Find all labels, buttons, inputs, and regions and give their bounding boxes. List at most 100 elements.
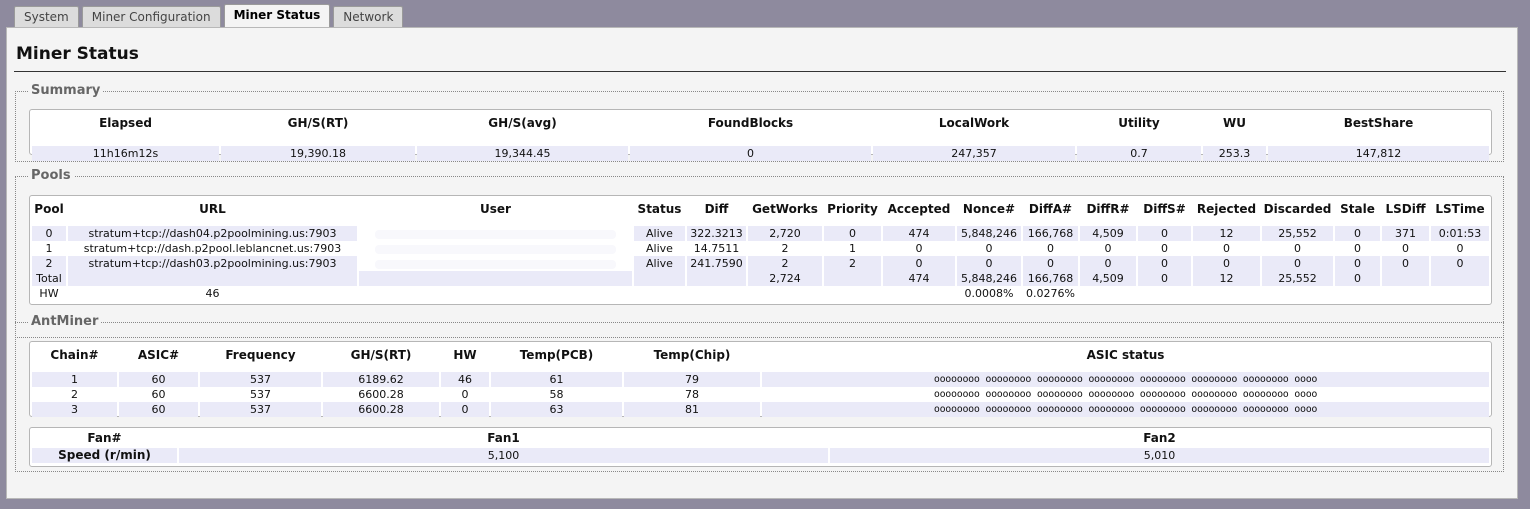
chain-cell-temp-pcb: 63 (491, 402, 622, 417)
chain-row: 2 60 537 6600.28 0 58 78 oooooooo oooooooo oooo… (32, 387, 1489, 402)
pool-cell-stale: 0 (1335, 226, 1380, 241)
pool-cell-getworks: 2 (748, 256, 822, 271)
chain-row: 1 60 537 6189.62 46 61 79 oooooooo oooooooo ooo… (32, 372, 1489, 387)
pool-total-row: Total 2,724 474 5,848,246 166,768 4,509 0 12 25,… (32, 271, 1489, 286)
pool-cell-status: Alive (634, 226, 685, 241)
chain-cell-gh-s-rt: 6189.62 (323, 372, 439, 387)
pool-cell-url: stratum+tcp://dash04.p2poolmining.us:790… (68, 226, 357, 241)
pool-cell-diffs: 0 (1138, 241, 1191, 256)
pool-cell-user (359, 271, 632, 286)
pools-header-lstime: LSTime (1435, 202, 1485, 216)
tab-miner-configuration[interactable]: Miner Configuration (81, 6, 221, 28)
summary-header-foundblocks: FoundBlocks (707, 116, 794, 130)
chain-cell-hw: 0 (441, 387, 489, 402)
fan-table: Fan# Fan1 Fan2 Speed (r/min) 5,100 5,010 (30, 428, 1491, 463)
tab-bar: System Miner Configuration Miner Status … (14, 4, 406, 28)
tab-network[interactable]: Network (333, 6, 404, 28)
pool-cell-getworks: 2 (748, 241, 822, 256)
pools-header-lsdiff: LSDiff (1385, 202, 1426, 216)
fan-header-fan-number: Fan# (87, 431, 122, 445)
redaction-bar (375, 259, 616, 269)
pool-cell-diffa: 0 (1023, 256, 1078, 271)
pool-cell-pool: HW (32, 286, 66, 301)
pool-cell-discarded (1262, 286, 1333, 301)
pool-user-redacted (359, 226, 632, 241)
pool-cell-getworks: 2,724 (748, 271, 822, 286)
antminer-header-hw: HW (453, 348, 477, 362)
pool-cell-priority: 1 (824, 241, 881, 256)
pool-cell-diff: 322.3213 (687, 226, 746, 241)
pool-cell-diffa: 0 (1023, 241, 1078, 256)
fan-speed-label: Speed (r/min) (32, 448, 177, 463)
chain-cell-asic-status: oooooooo oooooooo oooooooo oooooooo oooo… (762, 387, 1489, 402)
pool-cell-stale: 0 (1335, 241, 1380, 256)
summary-wu: 253.3 (1203, 146, 1266, 161)
pools-header-priority: Priority (827, 202, 878, 216)
chain-cell-chain: 1 (32, 372, 117, 387)
summary-localwork: 247,357 (873, 146, 1075, 161)
pool-cell-diffs (1138, 286, 1191, 301)
pool-cell-diffs: 0 (1138, 226, 1191, 241)
pools-header-status: Status (637, 202, 682, 216)
pool-cell-pool: Total (32, 271, 66, 286)
chain-cell-frequency: 537 (200, 387, 321, 402)
pool-cell-diffr (1080, 286, 1136, 301)
summary-ghs-rt: 19,390.18 (221, 146, 415, 161)
chain-cell-asic: 60 (119, 372, 198, 387)
tab-miner-status[interactable]: Miner Status (223, 4, 331, 28)
pool-cell-discarded: 25,552 (1262, 226, 1333, 241)
chain-cell-temp-chip: 81 (624, 402, 760, 417)
pool-cell-accepted: 474 (883, 271, 955, 286)
fan2-speed: 5,010 (830, 448, 1489, 463)
pool-user-redacted (359, 241, 632, 256)
tab-system[interactable]: System (14, 6, 79, 28)
pool-cell-diff: 241.7590 (687, 256, 746, 271)
pool-cell-stale: 0 (1335, 256, 1380, 271)
fan-speed-row: Speed (r/min) 5,100 5,010 (32, 448, 1489, 463)
summary-header-elapsed: Elapsed (99, 116, 152, 130)
antminer-header-asic-status: ASIC status (1086, 348, 1165, 362)
summary-header-localwork: LocalWork (938, 116, 1010, 130)
pool-cell-pool: 0 (32, 226, 66, 241)
summary-legend: Summary (28, 83, 104, 98)
pool-cell-pool: 2 (32, 256, 66, 271)
antminer-section: AntMiner Chain# ASIC# Frequency GH/S(RT) HW T… (15, 314, 1504, 472)
summary-header-ghs-avg: GH/S(avg) (488, 116, 557, 130)
pools-box: Pool URL User Status Diff GetWorks Priority Acc… (29, 195, 1492, 305)
summary-elapsed: 11h16m12s (32, 146, 219, 161)
pools-header-diffa: DiffA# (1028, 202, 1073, 216)
summary-header-wu: WU (1223, 116, 1246, 130)
pool-user-redacted (359, 256, 632, 271)
antminer-header-chain: Chain# (50, 348, 99, 362)
chain-cell-asic-status: oooooooo oooooooo oooooooo oooooooo oooo… (762, 372, 1489, 387)
antminer-header-frequency: Frequency (225, 348, 296, 362)
pool-cell-priority: 2 (824, 256, 881, 271)
pool-cell-lsdiff: 371 (1382, 226, 1429, 241)
chain-row: 3 60 537 6600.28 0 63 81 oooooooo oooooooo oooo… (32, 402, 1489, 417)
fan1-speed: 5,100 (179, 448, 828, 463)
pool-cell-accepted: 474 (883, 226, 955, 241)
pool-cell-rejected: 12 (1193, 226, 1260, 241)
pool-cell-diffr: 4,509 (1080, 271, 1136, 286)
pool-cell-nonce: 0 (957, 256, 1021, 271)
pool-cell-lsdiff: 0 (1382, 256, 1429, 271)
chain-cell-asic-status: oooooooo oooooooo oooooooo oooooooo oooo… (762, 402, 1489, 417)
pool-cell-accepted: 0 (883, 256, 955, 271)
pool-cell-lstime (1431, 286, 1489, 301)
pool-cell-nonce: 0.0008% (957, 286, 1021, 301)
redaction-bar (375, 244, 616, 254)
pool-cell-diffr: 0 (1080, 241, 1136, 256)
antminer-header-gh-s-rt: GH/S(RT) (350, 348, 412, 362)
pool-row: 2 stratum+tcp://dash03.p2poolmining.us:79… (32, 256, 1489, 271)
pool-cell-pool: 1 (32, 241, 66, 256)
pools-header-diff: Diff (704, 202, 729, 216)
summary-header-bestshare: BestShare (1343, 116, 1414, 130)
antminer-box: Chain# ASIC# Frequency GH/S(RT) HW Temp(PCB) T… (29, 341, 1492, 417)
chain-cell-asic: 60 (119, 387, 198, 402)
pool-row: 0 stratum+tcp://dash04.p2poolmining.us:79… (32, 226, 1489, 241)
pools-section: Pools Pool URL User Status Diff GetWorks Prior… (15, 168, 1504, 338)
pool-cell-rejected: 0 (1193, 241, 1260, 256)
pool-cell-status: Alive (634, 241, 685, 256)
summary-table: Elapsed GH/S(RT) GH/S(avg) FoundBlocks L… (30, 110, 1491, 161)
pools-header-url: URL (199, 202, 226, 216)
